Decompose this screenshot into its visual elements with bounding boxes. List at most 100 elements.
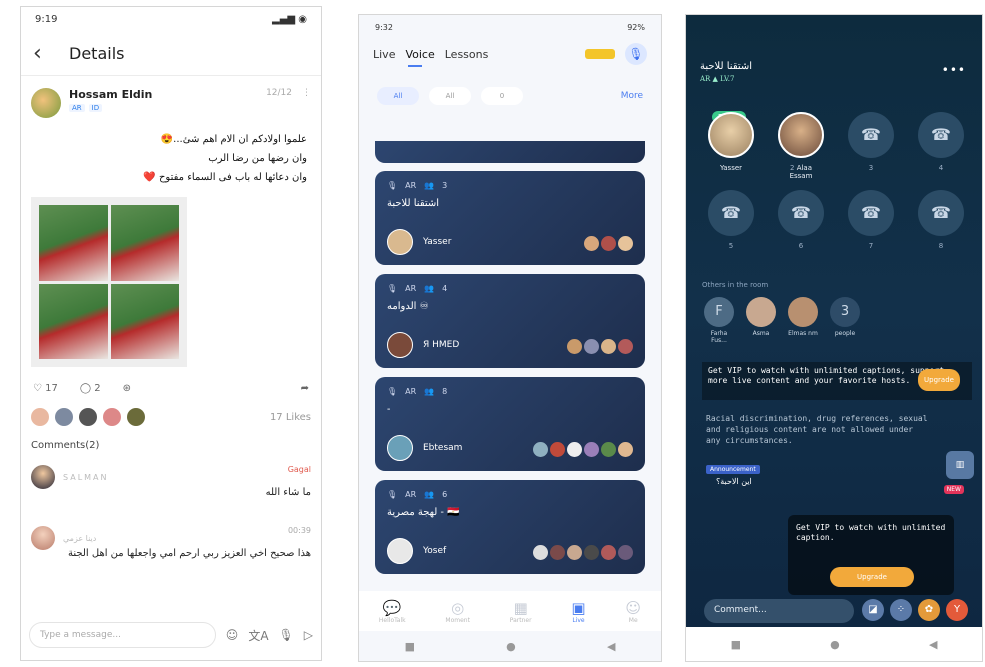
system-nav: ■ ● ◀ [686, 627, 982, 661]
comment-input[interactable]: Comment... [704, 599, 854, 623]
more-options-icon[interactable]: ••• [942, 63, 966, 77]
room-card[interactable]: 🎙 AR 👥 8 - Ebtesam [375, 377, 645, 471]
listener[interactable]: F Farha Fus... [704, 297, 734, 344]
people-icon: 👥 [424, 490, 435, 499]
back-arrow-icon[interactable]: ‹ [33, 41, 61, 66]
seat-number: 5 [728, 242, 734, 250]
post-photo[interactable] [31, 197, 187, 367]
empty-seat-icon: ☎ [918, 190, 964, 236]
people-icon: 👥 [424, 284, 435, 293]
filter-chip[interactable]: All [377, 87, 419, 105]
share-icon[interactable]: ➦ [301, 383, 309, 394]
commenter-avatar[interactable] [31, 526, 55, 550]
apps-icon[interactable]: ⁘ [890, 599, 912, 621]
nav-live[interactable]: ▣ Live [571, 599, 585, 624]
nav-label: HelloTalk [378, 616, 406, 624]
nav-partner[interactable]: ▦ Partner [510, 599, 532, 624]
likers-row[interactable]: 17 Likes [21, 394, 321, 426]
translate-icon[interactable]: ⊛ [123, 383, 131, 394]
room-header: اشتقنا للاحبة AR ▲ LV.7 [686, 15, 982, 83]
listener-count-badge: 3 [830, 297, 860, 327]
people-icon: 👥 [424, 387, 435, 396]
more-options-icon[interactable]: ⋮ [302, 88, 311, 118]
translate-icon[interactable]: 文A [248, 627, 268, 644]
new-badge: NEW [943, 485, 964, 494]
message-bar: Type a message... ☺ 文A 🎙 ▷ [29, 622, 313, 648]
listener[interactable]: Asma [746, 297, 776, 344]
commenter-name[interactable]: دينا عزمي [63, 534, 96, 543]
nav-label: Moment [445, 616, 470, 624]
seat[interactable]: ☎ 4 [918, 112, 964, 180]
host-name: Yasser [423, 237, 452, 247]
like-button[interactable]: ♡ 17 [33, 383, 58, 394]
nav-hellotalk[interactable]: 💬 HelloTalk [379, 599, 406, 624]
listener-count[interactable]: 3 people [830, 297, 860, 344]
room-title: - [387, 404, 391, 415]
photo-tile [39, 283, 108, 359]
announcement-badge: Announcement [706, 465, 760, 474]
back-icon[interactable]: ◀ [929, 638, 937, 651]
comment-button[interactable]: ◯ 2 [80, 383, 101, 394]
seat[interactable]: ☎ 7 [848, 190, 894, 250]
caption-icon[interactable]: ◪ [862, 599, 884, 621]
seat-name: Yasser [719, 164, 743, 172]
upgrade-button[interactable]: Upgrade [830, 567, 914, 587]
send-icon[interactable]: ▷ [304, 628, 313, 642]
room-card[interactable]: 🎙 AR 👥 3 اشتقنا للاحبة Yasser [375, 171, 645, 265]
filter-chip[interactable]: All [429, 87, 471, 105]
listener-name: people [834, 330, 856, 337]
bottom-nav: 💬 HelloTalk ◎ Moment ▦ Partner ▣ Live ☺ Me [359, 591, 661, 631]
listener-avatars [584, 236, 633, 251]
commenter-name[interactable]: SALMAN [63, 473, 109, 482]
microphone-icon[interactable]: 🎙 [625, 43, 647, 65]
listener[interactable]: Elmas nm [788, 297, 818, 344]
seat[interactable]: Yasser [708, 112, 754, 180]
seat[interactable]: 2 Alaa Essam [778, 112, 824, 180]
message-input[interactable]: Type a message... [29, 622, 216, 648]
battery-level: 92% [627, 22, 645, 32]
seat[interactable]: ☎ 8 [918, 190, 964, 250]
nav-me[interactable]: ☺ Me [625, 599, 641, 624]
voice-rooms-screen: 9:32 92% Live Voice Lessons 🎙 All All 0 … [358, 14, 662, 662]
chart-icon[interactable]: ▥ [946, 451, 974, 479]
author-name[interactable]: Hossam Eldin [69, 88, 152, 101]
leave-icon[interactable]: Y [946, 599, 968, 621]
recents-icon[interactable]: ■ [405, 640, 415, 653]
room-card-partial[interactable] [375, 141, 645, 163]
recents-icon[interactable]: ■ [731, 638, 741, 651]
avatar[interactable] [31, 88, 61, 118]
more-link[interactable]: More [621, 91, 643, 101]
emoji-icon[interactable]: ☺ [226, 628, 239, 642]
gift-icon[interactable]: ✿ [918, 599, 940, 621]
home-icon[interactable]: ● [830, 638, 840, 651]
like-count: 17 [45, 383, 58, 394]
tab-voice[interactable]: Voice [405, 48, 435, 67]
tab-lessons[interactable]: Lessons [445, 48, 489, 61]
room-card[interactable]: 🎙 AR 👥 6 لهجة مصرية - 🇪🇬 Yosef [375, 480, 645, 574]
tab-live[interactable]: Live [373, 48, 395, 61]
liker-avatar [103, 408, 121, 426]
empty-seat-icon: ☎ [778, 190, 824, 236]
seat-number: 6 [798, 242, 804, 250]
microphone-icon[interactable]: 🎙 [279, 628, 294, 642]
room-card[interactable]: 🎙 AR 👥 4 الدوامه ♾ Я HMED [375, 274, 645, 368]
filter-chip[interactable]: 0 [481, 87, 523, 105]
seat-number: 8 [938, 242, 944, 250]
room-language: AR [405, 181, 417, 190]
photo-tile [39, 205, 108, 281]
seat[interactable]: ☎ 5 [708, 190, 754, 250]
liker-avatar [127, 408, 145, 426]
seat[interactable]: ☎ 6 [778, 190, 824, 250]
home-icon[interactable]: ● [506, 640, 516, 653]
promo-badge[interactable] [585, 49, 615, 59]
language-chip: ID [88, 104, 103, 112]
likes-link[interactable]: 17 Likes [270, 412, 311, 423]
seat-number: 2 [789, 164, 795, 172]
upgrade-button[interactable]: Upgrade [918, 369, 960, 391]
nav-moment[interactable]: ◎ Moment [445, 599, 470, 624]
seat[interactable]: ☎ 3 [848, 112, 894, 180]
commenter-avatar[interactable] [31, 465, 55, 489]
mic-icon: 🎙 [387, 387, 398, 396]
back-icon[interactable]: ◀ [607, 640, 615, 653]
room-count: 4 [442, 284, 448, 293]
